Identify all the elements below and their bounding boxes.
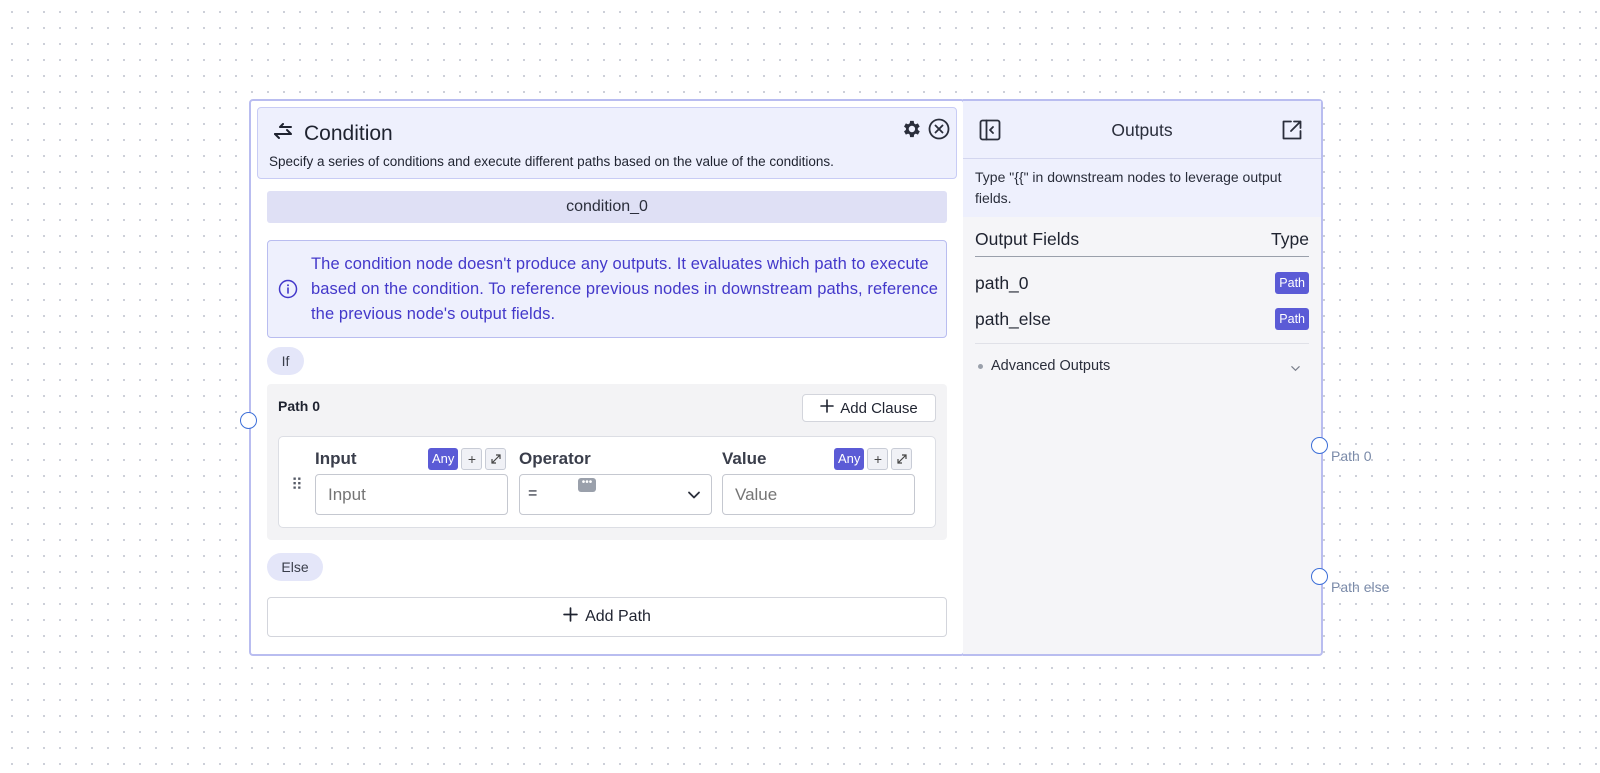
input-expand-icon[interactable]: [485, 448, 507, 470]
input-label: Input: [315, 449, 357, 468]
input-any-tag[interactable]: Any: [428, 448, 459, 470]
divider: [975, 343, 1309, 344]
input-add-button[interactable]: +: [461, 448, 483, 470]
value-label: Value: [722, 449, 767, 468]
output-row[interactable]: path_else Path: [975, 307, 1309, 333]
output-type-tag: Path: [1275, 272, 1309, 294]
path-block: Path 0 Add Clause ⠿ Input Any + Operator: [267, 384, 947, 540]
input-field[interactable]: [315, 474, 508, 515]
chevron-down-icon: [1290, 361, 1301, 379]
advanced-outputs-label: Advanced Outputs: [991, 358, 1111, 374]
info-box: The condition node doesn't produce any o…: [267, 240, 947, 338]
arrows-swap-icon: [272, 122, 294, 146]
path-else-handle[interactable]: [1311, 568, 1328, 585]
bullet-icon: [978, 364, 983, 369]
add-clause-button[interactable]: Add Clause: [802, 394, 936, 422]
open-external-icon[interactable]: [1281, 119, 1303, 146]
path-0-handle[interactable]: [1311, 437, 1328, 454]
if-badge: If: [267, 347, 304, 375]
outputs-header: Outputs: [963, 101, 1321, 159]
operator-select[interactable]: ••• =: [519, 474, 712, 515]
add-path-label: Add Path: [585, 608, 651, 625]
value-add-button[interactable]: +: [867, 448, 889, 470]
plus-icon: [563, 607, 578, 627]
value-any-tag[interactable]: Any: [834, 448, 865, 470]
value-tools: Any +: [834, 448, 913, 470]
output-type-tag: Path: [1275, 308, 1309, 330]
outputs-title: Outputs: [1111, 120, 1173, 140]
operator-value: =: [528, 485, 538, 502]
outputs-panel: Outputs Type "{{" in downstream nodes to…: [963, 99, 1323, 656]
outputs-note: Type "{{" in downstream nodes to leverag…: [963, 159, 1321, 217]
output-field-name: path_0: [975, 273, 1029, 293]
else-badge: Else: [267, 553, 323, 581]
info-text: The condition node doesn't produce any o…: [311, 255, 939, 323]
node-title-row: Condition: [272, 122, 393, 146]
node-name-field[interactable]: condition_0: [267, 191, 947, 223]
node-title: Condition: [304, 122, 393, 145]
plus-icon: [820, 399, 835, 417]
col-output-fields: Output Fields: [975, 229, 1080, 249]
add-path-button[interactable]: Add Path: [267, 597, 947, 637]
outputs-table-header: Output Fields Type: [975, 225, 1309, 257]
node-description: Specify a series of conditions and execu…: [269, 154, 834, 169]
path-else-handle-label: Path else: [1331, 579, 1390, 595]
value-expand-icon[interactable]: [891, 448, 913, 470]
info-icon: [278, 279, 298, 304]
drag-handle-icon[interactable]: ⠿: [291, 475, 303, 495]
chevron-down-icon: [687, 488, 701, 507]
output-row[interactable]: path_0 Path: [975, 271, 1309, 297]
more-icon: •••: [578, 478, 596, 492]
gear-icon[interactable]: [900, 118, 922, 145]
input-handle[interactable]: [240, 412, 257, 429]
col-type: Type: [1271, 229, 1309, 249]
node-actions: [900, 118, 950, 145]
node-header: Condition Specify a series of conditions…: [257, 107, 957, 179]
condition-node[interactable]: Condition Specify a series of conditions…: [249, 99, 965, 656]
clause-card: ⠿ Input Any + Operator ••• = Valu: [278, 436, 936, 528]
value-field[interactable]: [722, 474, 915, 515]
path-title: Path 0: [278, 398, 321, 414]
add-clause-label: Add Clause: [840, 399, 918, 417]
operator-label: Operator: [519, 449, 591, 468]
close-circle-icon[interactable]: [928, 118, 950, 145]
input-tools: Any +: [428, 448, 507, 470]
advanced-outputs-toggle[interactable]: Advanced Outputs: [975, 356, 1309, 378]
output-field-name: path_else: [975, 309, 1051, 329]
path-0-handle-label: Path 0: [1331, 448, 1372, 464]
